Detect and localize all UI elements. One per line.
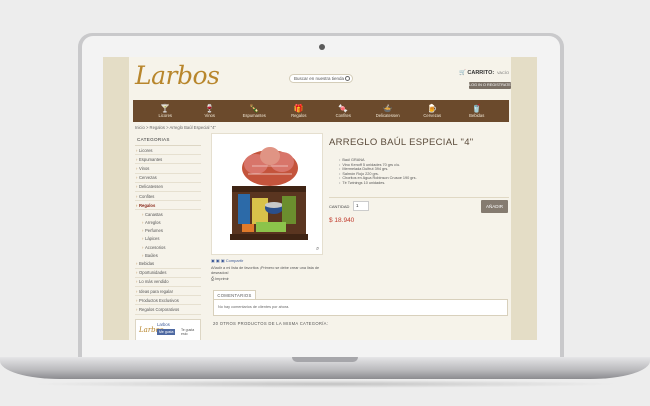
wishlist-text[interactable]: Añadir a mi lista de favoritos ¡Primero … bbox=[211, 266, 323, 276]
sidebar-item-lápices[interactable]: Lápices bbox=[135, 235, 201, 243]
category-sidebar: CATEGORIAS LicoresEspumantesVinosCerveza… bbox=[135, 135, 201, 340]
fb-page-name[interactable]: Larbos bbox=[157, 322, 170, 327]
sidebar-item-regalos-corporativos[interactable]: Regalos Corporativos bbox=[135, 305, 201, 315]
product-title: ARREGLO BAÚL ESPECIAL "4" bbox=[329, 137, 474, 148]
sidebar-item-regalos[interactable]: Regalos bbox=[135, 201, 201, 211]
nav-item-label: Espumantes bbox=[242, 113, 266, 118]
search-input[interactable]: Buscar en nuestra tienda bbox=[289, 74, 353, 83]
nav-item-label: Licores bbox=[158, 113, 173, 118]
cart-status: VACÍO bbox=[497, 70, 510, 75]
print-link[interactable]: ⎙ Imprimir bbox=[211, 277, 229, 281]
nav-item-label: Confites bbox=[335, 113, 351, 118]
left-border bbox=[103, 57, 129, 340]
drink-icon: 🥤 bbox=[471, 104, 482, 113]
gift-basket-illustration: ⌕ bbox=[230, 147, 319, 252]
nav-item-vinos[interactable]: 🍷 Vinos bbox=[191, 100, 229, 122]
nav-item-regalos[interactable]: 🎁 Regalos bbox=[280, 100, 318, 122]
facebook-share-icon[interactable]: ▣ bbox=[211, 258, 215, 263]
right-border bbox=[511, 57, 537, 340]
nav-item-label: Delicatessen bbox=[375, 113, 400, 118]
related-products-title: 20 OTROS PRODUCTOS DE LA MISMA CATEGORÍA… bbox=[213, 321, 329, 326]
sidebar-item-productos-exclusivos[interactable]: Productos Exclusivos bbox=[135, 296, 201, 306]
sidebar-item-confites[interactable]: Confites bbox=[135, 192, 201, 202]
sidebar-item-canastas[interactable]: Canastas bbox=[135, 210, 201, 218]
sidebar-title: CATEGORIAS bbox=[135, 135, 201, 146]
fb-like-button[interactable]: Me gusta bbox=[157, 328, 176, 335]
bottle-icon: 🍾 bbox=[249, 104, 260, 113]
email-share-icon[interactable]: ▣ bbox=[221, 258, 225, 263]
nav-item-bebidas[interactable]: 🥤 Bebidas bbox=[458, 100, 496, 122]
comments-panel: No hay comentarios de clientes por ahora… bbox=[213, 299, 508, 316]
sidebar-item-arreglos[interactable]: Arreglos bbox=[135, 219, 201, 227]
facebook-widget: Larbos Larbos Me gusta Te gusta esto bbox=[135, 318, 201, 340]
sidebar-item-licores[interactable]: Licores bbox=[135, 146, 201, 156]
sidebar-item-lo-más-vendido[interactable]: Lo más vendido bbox=[135, 278, 201, 287]
login-button[interactable]: LOG IN O REGISTRATE bbox=[469, 82, 511, 89]
print-label: Imprimir bbox=[215, 277, 229, 281]
nav-item-cervezas[interactable]: 🍺 Cervezas bbox=[413, 100, 451, 122]
sidebar-item-bebidas[interactable]: Bebidas bbox=[135, 259, 201, 269]
product-contents: Baúl GRANAVino Kenoff 5 unidades 70 grs … bbox=[339, 158, 417, 186]
product-price: $ 18.940 bbox=[329, 217, 355, 224]
sidebar-item-oportunidades[interactable]: Oportunidades bbox=[135, 269, 201, 278]
nav-item-delicatessen[interactable]: 🍲 Delicatessen bbox=[369, 100, 407, 122]
category-list: LicoresEspumantesVinosCervezasDelicatess… bbox=[135, 146, 201, 315]
nav-item-label: Cervezas bbox=[423, 113, 442, 118]
nav-item-espumantes[interactable]: 🍾 Espumantes bbox=[235, 100, 273, 122]
quantity-label: CANTIDAD bbox=[329, 204, 350, 209]
print-icon: ⎙ bbox=[211, 277, 215, 281]
sidebar-item-delicatessen[interactable]: Delicatessen bbox=[135, 183, 201, 192]
candy-icon: 🍬 bbox=[338, 104, 349, 113]
camera-icon bbox=[319, 44, 325, 50]
cocktail-glass-icon: 🍸 bbox=[160, 104, 171, 113]
nav-item-confites[interactable]: 🍬 Confites bbox=[324, 100, 362, 122]
sidebar-item-cervezas[interactable]: Cervezas bbox=[135, 174, 201, 183]
chef-hat-icon: 🍲 bbox=[382, 104, 393, 113]
gift-icon: 🎁 bbox=[293, 104, 304, 113]
sidebar-item-vinos[interactable]: Vinos bbox=[135, 164, 201, 174]
product-content-item: Té Twinings 10 unidades. bbox=[339, 181, 417, 186]
sidebar-item-perfumes[interactable]: Perfumes bbox=[135, 227, 201, 235]
sidebar-item-baúles[interactable]: Baúles bbox=[135, 251, 201, 259]
beer-icon: 🍺 bbox=[427, 104, 438, 113]
share-label[interactable]: Compartir bbox=[226, 258, 244, 263]
laptop-shadow bbox=[30, 380, 620, 388]
laptop-opening-notch bbox=[292, 357, 358, 362]
sidebar-item-accesorios[interactable]: Accesorios bbox=[135, 243, 201, 251]
nav-item-licores[interactable]: 🍸 Licores bbox=[146, 100, 184, 122]
product-image[interactable]: ⌕ bbox=[211, 133, 323, 255]
wine-glass-icon: 🍷 bbox=[204, 104, 215, 113]
laptop-screen: Larbos Buscar en nuestra tienda 🛒 CARRIT… bbox=[103, 57, 537, 340]
site-logo[interactable]: Larbos bbox=[135, 61, 220, 90]
product-divider bbox=[329, 197, 509, 198]
cart-link[interactable]: 🛒 CARRITO: bbox=[459, 70, 494, 76]
svg-text:⌕: ⌕ bbox=[316, 245, 319, 252]
breadcrumb: Inicio > Regalos > Arreglo Baúl Especial… bbox=[135, 125, 216, 130]
add-to-cart-button[interactable]: AÑADIR bbox=[481, 200, 508, 213]
search-icon[interactable] bbox=[345, 76, 350, 81]
sidebar-item-espumantes[interactable]: Espumantes bbox=[135, 155, 201, 165]
nav-item-label: Bebidas bbox=[469, 113, 485, 118]
cart-icon: 🛒 bbox=[459, 70, 466, 76]
web-page: Larbos Buscar en nuestra tienda 🛒 CARRIT… bbox=[129, 57, 511, 340]
share-buttons[interactable]: ▣ ▣ ▣ Compartir bbox=[211, 258, 243, 263]
fb-like-text: Te gusta esto bbox=[181, 327, 195, 336]
nav-item-label: Vinos bbox=[204, 113, 215, 118]
cart-label: CARRITO: bbox=[467, 70, 495, 76]
nav-item-label: Regalos bbox=[291, 113, 307, 118]
main-nav: 🍸 Licores 🍷 Vinos 🍾 Espumantes 🎁 Regalos 🍬 Confit… bbox=[133, 100, 509, 122]
sidebar-item-ideas-para-regalar[interactable]: Ideas para regalar bbox=[135, 287, 201, 297]
twitter-share-icon[interactable]: ▣ bbox=[216, 258, 220, 263]
quantity-input[interactable]: 1 bbox=[353, 201, 369, 211]
